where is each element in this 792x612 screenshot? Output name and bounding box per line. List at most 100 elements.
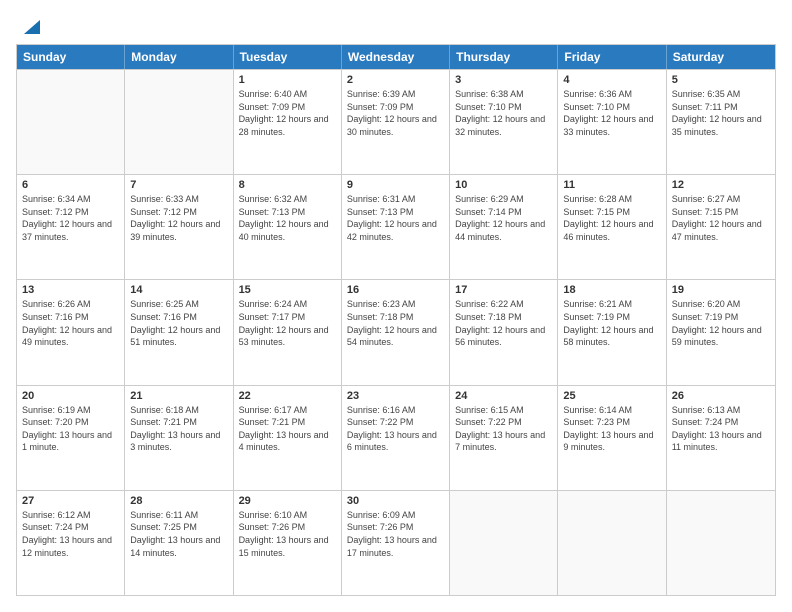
day-number: 22 [239,390,336,402]
day-info: Sunrise: 6:18 AM Sunset: 7:21 PM Dayligh… [130,404,227,454]
calendar-cell: 12Sunrise: 6:27 AM Sunset: 7:15 PM Dayli… [667,175,775,279]
calendar-row: 13 Sunrise: 6:26 AM Sunset: 7:16 PM Dayli… [17,279,775,384]
day-number: 24 [455,390,552,402]
day-info: Sunrise: 6:26 AM Sunset: 7:16 PM Dayligh… [22,298,119,348]
day-info: Sunrise: 6:20 AM Sunset: 7:19 PM Dayligh… [672,298,770,348]
calendar-cell: 24 Sunrise: 6:15 AM Sunset: 7:22 PM Dayli… [450,386,558,490]
day-info: Sunrise: 6:15 AM Sunset: 7:22 PM Dayligh… [455,404,552,454]
calendar-cell: 16 Sunrise: 6:23 AM Sunset: 7:18 PM Dayli… [342,280,450,384]
calendar-cell: 14Sunrise: 6:25 AM Sunset: 7:16 PM Dayli… [125,280,233,384]
calendar-row: 20 Sunrise: 6:19 AM Sunset: 7:20 PM Dayli… [17,385,775,490]
day-info: Sunrise: 6:40 AM Sunset: 7:09 PM Dayligh… [239,88,336,138]
calendar: SundayMondayTuesdayWednesdayThursdayFrid… [16,44,776,596]
day-number: 16 [347,284,444,296]
day-number: 2 [347,74,444,86]
calendar-cell: 29 Sunrise: 6:10 AM Sunset: 7:26 PM Dayli… [234,491,342,595]
calendar-row: 27 Sunrise: 6:12 AM Sunset: 7:24 PM Dayli… [17,490,775,595]
day-number: 1 [239,74,336,86]
day-info: Sunrise: 6:21 AM Sunset: 7:19 PM Dayligh… [563,298,660,348]
header [16,16,776,34]
day-info: Sunrise: 6:14 AM Sunset: 7:23 PM Dayligh… [563,404,660,454]
day-info: Sunrise: 6:10 AM Sunset: 7:26 PM Dayligh… [239,509,336,559]
calendar-cell: 22 Sunrise: 6:17 AM Sunset: 7:21 PM Dayli… [234,386,342,490]
calendar-cell [125,70,233,174]
day-number: 4 [563,74,660,86]
calendar-cell: 20 Sunrise: 6:19 AM Sunset: 7:20 PM Dayli… [17,386,125,490]
day-number: 26 [672,390,770,402]
calendar-cell: 5 Sunrise: 6:35 AM Sunset: 7:11 PM Daylig… [667,70,775,174]
day-info: Sunrise: 6:36 AM Sunset: 7:10 PM Dayligh… [563,88,660,138]
day-number: 19 [672,284,770,296]
calendar-row: 1 Sunrise: 6:40 AM Sunset: 7:09 PM Daylig… [17,69,775,174]
day-info: Sunrise: 6:29 AM Sunset: 7:14 PM Dayligh… [455,193,552,243]
day-number: 17 [455,284,552,296]
calendar-cell: 7 Sunrise: 6:33 AM Sunset: 7:12 PM Daylig… [125,175,233,279]
calendar-cell: 21 Sunrise: 6:18 AM Sunset: 7:21 PM Dayli… [125,386,233,490]
calendar-cell: 17 Sunrise: 6:22 AM Sunset: 7:18 PM Dayli… [450,280,558,384]
calendar-cell: 10 Sunrise: 6:29 AM Sunset: 7:14 PM Dayli… [450,175,558,279]
calendar-cell: 3Sunrise: 6:38 AM Sunset: 7:10 PM Daylig… [450,70,558,174]
calendar-cell: 6 Sunrise: 6:34 AM Sunset: 7:12 PM Daylig… [17,175,125,279]
calendar-row: 6 Sunrise: 6:34 AM Sunset: 7:12 PM Daylig… [17,174,775,279]
calendar-cell: 23 Sunrise: 6:16 AM Sunset: 7:22 PM Dayli… [342,386,450,490]
page: SundayMondayTuesdayWednesdayThursdayFrid… [0,0,792,612]
day-number: 11 [563,179,660,191]
day-number: 21 [130,390,227,402]
day-number: 20 [22,390,119,402]
day-info: Sunrise: 6:34 AM Sunset: 7:12 PM Dayligh… [22,193,119,243]
calendar-cell: 15 Sunrise: 6:24 AM Sunset: 7:17 PM Dayli… [234,280,342,384]
calendar-cell [17,70,125,174]
day-number: 8 [239,179,336,191]
day-number: 6 [22,179,119,191]
day-number: 3 [455,74,552,86]
day-info: Sunrise: 6:22 AM Sunset: 7:18 PM Dayligh… [455,298,552,348]
calendar-cell [450,491,558,595]
day-number: 7 [130,179,227,191]
header-cell-saturday: Saturday [667,45,775,69]
day-info: Sunrise: 6:39 AM Sunset: 7:09 PM Dayligh… [347,88,444,138]
day-info: Sunrise: 6:09 AM Sunset: 7:26 PM Dayligh… [347,509,444,559]
day-number: 15 [239,284,336,296]
calendar-cell: 27 Sunrise: 6:12 AM Sunset: 7:24 PM Dayli… [17,491,125,595]
day-number: 25 [563,390,660,402]
header-cell-thursday: Thursday [450,45,558,69]
day-info: Sunrise: 6:25 AM Sunset: 7:16 PM Dayligh… [130,298,227,348]
header-cell-monday: Monday [125,45,233,69]
day-info: Sunrise: 6:16 AM Sunset: 7:22 PM Dayligh… [347,404,444,454]
calendar-cell: 9Sunrise: 6:31 AM Sunset: 7:13 PM Daylig… [342,175,450,279]
day-info: Sunrise: 6:11 AM Sunset: 7:25 PM Dayligh… [130,509,227,559]
day-info: Sunrise: 6:32 AM Sunset: 7:13 PM Dayligh… [239,193,336,243]
day-number: 10 [455,179,552,191]
calendar-header: SundayMondayTuesdayWednesdayThursdayFrid… [17,45,775,69]
day-info: Sunrise: 6:35 AM Sunset: 7:11 PM Dayligh… [672,88,770,138]
day-info: Sunrise: 6:19 AM Sunset: 7:20 PM Dayligh… [22,404,119,454]
calendar-cell: 18 Sunrise: 6:21 AM Sunset: 7:19 PM Dayli… [558,280,666,384]
calendar-cell: 26 Sunrise: 6:13 AM Sunset: 7:24 PM Dayli… [667,386,775,490]
day-info: Sunrise: 6:12 AM Sunset: 7:24 PM Dayligh… [22,509,119,559]
calendar-cell: 25 Sunrise: 6:14 AM Sunset: 7:23 PM Dayli… [558,386,666,490]
calendar-cell: 8 Sunrise: 6:32 AM Sunset: 7:13 PM Daylig… [234,175,342,279]
day-number: 28 [130,495,227,507]
day-number: 5 [672,74,770,86]
day-number: 13 [22,284,119,296]
day-info: Sunrise: 6:28 AM Sunset: 7:15 PM Dayligh… [563,193,660,243]
calendar-cell: 1 Sunrise: 6:40 AM Sunset: 7:09 PM Daylig… [234,70,342,174]
logo-icon [18,16,40,38]
calendar-cell: 13 Sunrise: 6:26 AM Sunset: 7:16 PM Dayli… [17,280,125,384]
day-info: Sunrise: 6:13 AM Sunset: 7:24 PM Dayligh… [672,404,770,454]
day-number: 18 [563,284,660,296]
day-info: Sunrise: 6:27 AM Sunset: 7:15 PM Dayligh… [672,193,770,243]
calendar-cell: 28 Sunrise: 6:11 AM Sunset: 7:25 PM Dayli… [125,491,233,595]
day-number: 23 [347,390,444,402]
day-info: Sunrise: 6:23 AM Sunset: 7:18 PM Dayligh… [347,298,444,348]
calendar-cell: 30Sunrise: 6:09 AM Sunset: 7:26 PM Dayli… [342,491,450,595]
day-number: 27 [22,495,119,507]
day-info: Sunrise: 6:24 AM Sunset: 7:17 PM Dayligh… [239,298,336,348]
calendar-cell: 2 Sunrise: 6:39 AM Sunset: 7:09 PM Daylig… [342,70,450,174]
day-info: Sunrise: 6:33 AM Sunset: 7:12 PM Dayligh… [130,193,227,243]
calendar-cell: 19 Sunrise: 6:20 AM Sunset: 7:19 PM Dayli… [667,280,775,384]
day-info: Sunrise: 6:17 AM Sunset: 7:21 PM Dayligh… [239,404,336,454]
logo [16,16,40,34]
day-number: 29 [239,495,336,507]
day-number: 9 [347,179,444,191]
